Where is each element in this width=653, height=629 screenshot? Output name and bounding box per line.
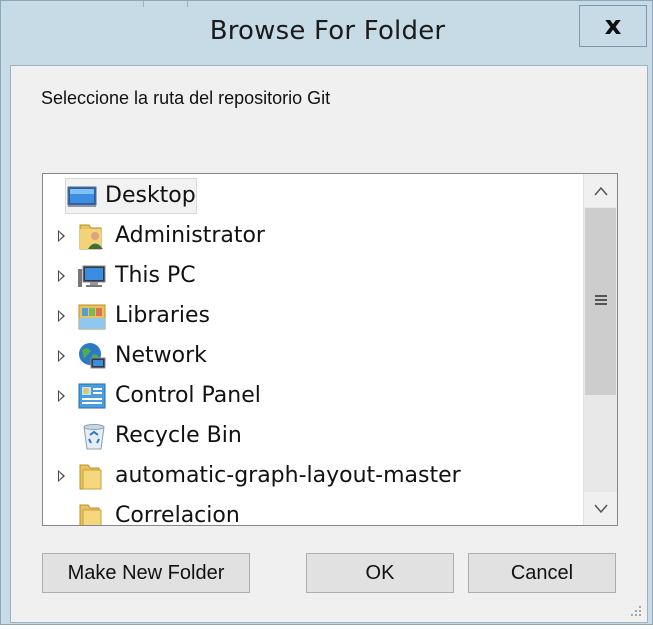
tree-item-correlacion[interactable]: Correlacion — [43, 496, 583, 526]
tree-item-network[interactable]: Network — [43, 336, 583, 376]
grip-icon — [595, 295, 607, 307]
tree-item-label: Correlacion — [115, 503, 240, 526]
desktop-icon — [67, 186, 97, 207]
browse-for-folder-dialog: Browse For Folder x Seleccione la ruta d… — [0, 0, 653, 625]
recycle-bin-icon — [83, 424, 105, 450]
tree-item-label: Control Panel — [115, 383, 261, 408]
chevron-down-icon — [593, 504, 608, 513]
tree-item-libraries[interactable]: Libraries — [43, 296, 583, 336]
network-icon — [79, 343, 106, 369]
tree-item-label: Network — [115, 343, 207, 368]
scroll-up-button[interactable] — [584, 174, 617, 207]
resize-grip-icon[interactable] — [631, 606, 643, 618]
tree-item-desktop[interactable]: Desktop — [43, 176, 583, 216]
tree-item-label: Recycle Bin — [115, 423, 242, 448]
computer-icon — [78, 265, 106, 287]
ok-button[interactable]: OK — [306, 553, 454, 593]
tree-item-label: This PC — [115, 263, 196, 288]
dialog-client-area: Seleccione la ruta del repositorio Git D… — [10, 65, 648, 623]
dialog-prompt: Seleccione la ruta del repositorio Git — [41, 88, 331, 108]
libraries-icon — [78, 304, 106, 330]
scrollbar-thumb[interactable] — [585, 208, 616, 395]
tree-item-label: Desktop — [105, 183, 196, 208]
dialog-title: Browse For Folder — [209, 16, 446, 46]
scroll-down-button[interactable] — [584, 492, 617, 525]
tree-item-this-pc[interactable]: This PC — [43, 256, 583, 296]
make-new-folder-button[interactable]: Make New Folder — [42, 553, 250, 593]
expand-arrow-icon[interactable] — [58, 230, 65, 242]
tree-item-label: Administrator — [115, 223, 265, 248]
user-folder-icon — [79, 224, 103, 250]
expand-arrow-icon[interactable] — [58, 270, 65, 282]
tree-item-automatic-graph-layout-master[interactable]: automatic-graph-layout-master — [43, 456, 583, 496]
close-icon: x — [604, 11, 622, 41]
tree-item-control-panel[interactable]: Control Panel — [43, 376, 583, 416]
tree-item-label: automatic-graph-layout-master — [115, 463, 461, 488]
tree-item-recycle-bin[interactable]: Recycle Bin — [43, 416, 583, 456]
tree-item-administrator[interactable]: Administrator — [43, 216, 583, 256]
title-bar[interactable]: Browse For Folder x — [1, 1, 652, 65]
expand-arrow-icon[interactable] — [58, 470, 65, 482]
cancel-button[interactable]: Cancel — [468, 553, 616, 593]
close-button[interactable]: x — [579, 5, 647, 47]
vertical-scrollbar[interactable] — [583, 174, 617, 525]
chevron-up-icon — [593, 186, 608, 195]
folder-tree[interactable]: Desktop Administrator This PC Libraries … — [42, 173, 618, 526]
folder-icon — [79, 504, 102, 525]
expand-arrow-icon[interactable] — [58, 350, 65, 362]
control-panel-icon — [78, 383, 106, 409]
expand-arrow-icon[interactable] — [58, 390, 65, 402]
expand-arrow-icon[interactable] — [58, 310, 65, 322]
folder-icon — [79, 464, 102, 490]
tree-item-label: Libraries — [115, 303, 211, 328]
